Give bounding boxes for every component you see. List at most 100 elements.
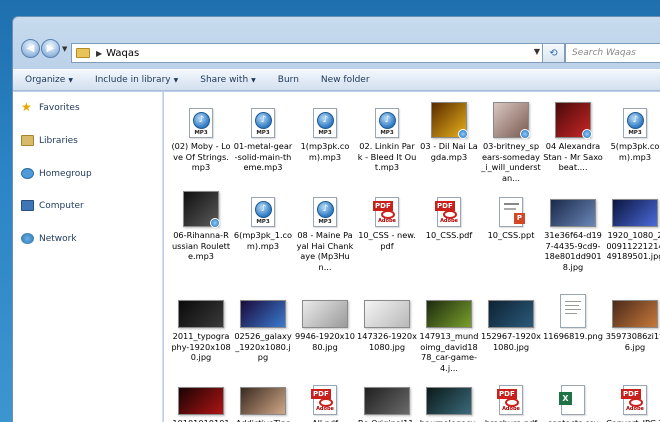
- file-name: 2011_typography-1920x1080.jpg: [171, 331, 231, 362]
- breadcrumb-current[interactable]: Waqas: [106, 48, 139, 59]
- file-item[interactable]: ♪ MP3 02. Linkin Park - Bleed It Out.mp3: [356, 98, 418, 173]
- file-item[interactable]: 1920_1080_20091122121449189501.jpg: [604, 187, 660, 262]
- arrow-left-icon: ◀: [26, 43, 35, 54]
- file-item[interactable]: PDFAdobe All.pdf: [294, 375, 356, 422]
- search-input[interactable]: Search Waqas: [565, 43, 660, 63]
- explorer-window: ◀ ▶ ▼ ▶ Waqas ▼ ⟲ Search Waqas Organize ▼…: [12, 16, 660, 422]
- file-item[interactable]: ♪ MP3 08 - Maine Payal Hai Chankaye (Mp3Hu…: [294, 187, 356, 272]
- file-item[interactable]: bournelegacy-tlr2_h72: [418, 375, 480, 422]
- address-dropdown-icon[interactable]: ▼: [534, 47, 540, 56]
- new-folder-button[interactable]: New folder: [321, 75, 370, 85]
- image-thumbnail: [178, 300, 224, 328]
- file-name: contacts.csv: [542, 418, 604, 422]
- image-thumbnail: [426, 300, 472, 328]
- file-item[interactable]: AddictiveTips Photo.jp: [232, 375, 294, 422]
- refresh-button[interactable]: ⟲: [543, 43, 565, 63]
- address-row: ◀ ▶ ▼ ▶ Waqas ▼ ⟲ Search Waqas: [13, 17, 660, 63]
- nav-item-network[interactable]: Network: [21, 233, 77, 244]
- excel-file-icon: X: [559, 385, 585, 415]
- file-name: 01-metal-gear-solid-main-theme.mp3: [233, 141, 293, 172]
- library-icon: [21, 135, 34, 146]
- file-item[interactable]: ♪ MP3 01-metal-gear-solid-main-theme.mp3: [232, 98, 294, 173]
- chevron-down-icon: ▼: [251, 77, 256, 84]
- file-item[interactable]: ♪ MP3 1(mp3pk.com).mp3: [294, 98, 356, 162]
- pdf-file-icon: PDF Adobe: [497, 385, 523, 415]
- image-thumbnail: [240, 387, 286, 415]
- nav-item-favorites[interactable]: ★ Favorites: [21, 100, 80, 114]
- file-item[interactable]: 101010101010.jpg: [170, 375, 232, 422]
- nav-item-computer[interactable]: Computer: [21, 200, 84, 211]
- file-name: Be Original11.j: [356, 418, 418, 422]
- file-name: 147326-1920x1080.jpg: [357, 331, 417, 352]
- file-name: 147913_mundoimg_david1878_car-game-4.j..…: [419, 331, 479, 373]
- nav-label: Computer: [39, 200, 84, 211]
- file-item[interactable]: ♪ MP3 6(mp3pk_1.com).mp3: [232, 187, 294, 251]
- file-item[interactable]: 02526_galaxy_1920x1080.jpg: [232, 288, 294, 363]
- file-item[interactable]: 11696819.png: [542, 288, 604, 342]
- file-item[interactable]: 147326-1920x1080.jpg: [356, 288, 418, 352]
- file-name: 152967-1920x1080.jpg: [481, 331, 541, 352]
- chevron-down-icon: ▼: [173, 77, 179, 84]
- nav-label: Homegroup: [39, 168, 92, 179]
- forward-button[interactable]: ▶: [41, 39, 60, 58]
- file-item[interactable]: Xcontacts.csv: [542, 375, 604, 422]
- back-button[interactable]: ◀: [21, 39, 40, 58]
- file-item[interactable]: PDFAdobe Convert_JPG TO PDF.: [604, 375, 660, 422]
- file-item[interactable]: 152967-1920x1080.jpg: [480, 288, 542, 352]
- file-name: AddictiveTips Photo.jp: [232, 418, 294, 422]
- recent-pages-dropdown[interactable]: ▼: [62, 45, 67, 53]
- file-item[interactable]: 04 Alexandra Stan - Mr Saxobeat....: [542, 98, 604, 173]
- file-item[interactable]: 31e36f64-d197-4435-9cd9-18e801dd9018.jpg: [542, 187, 604, 272]
- share-with-button[interactable]: Share with ▼: [200, 75, 256, 85]
- file-name: 11696819.png: [543, 331, 603, 341]
- file-item[interactable]: ♪ MP3 5(mp3pk.com).mp3: [604, 98, 660, 162]
- file-item[interactable]: 03 - Dil Nai Lagda.mp3: [418, 98, 480, 162]
- file-item[interactable]: Be Original11.j: [356, 375, 418, 422]
- address-bar[interactable]: ▶ Waqas ▼: [71, 43, 543, 63]
- file-item[interactable]: P 10_CSS.ppt: [480, 187, 542, 241]
- image-thumbnail: [612, 199, 658, 227]
- file-item[interactable]: ♪ MP3 (02) Moby - Love Of Strings.mp3: [170, 98, 232, 173]
- file-name: 101010101010.jpg: [170, 418, 232, 422]
- media-player-icon: [210, 218, 220, 228]
- breadcrumb-separator-icon[interactable]: ▶: [96, 49, 102, 58]
- file-name: 02. Linkin Park - Bleed It Out.mp3: [357, 141, 417, 172]
- image-thumbnail: [426, 387, 472, 415]
- file-item[interactable]: PDF Adobe 10_CSS.pdf: [418, 187, 480, 241]
- file-item[interactable]: PDF Adobe 10_CSS - new.pdf: [356, 187, 418, 251]
- file-item[interactable]: PDFAdobe brochure.pdf: [480, 375, 542, 422]
- nav-item-libraries[interactable]: Libraries: [21, 135, 78, 146]
- network-icon: [21, 233, 34, 244]
- nav-label: Libraries: [39, 135, 78, 146]
- file-name: brochure.pdf: [480, 418, 542, 422]
- album-art-thumbnail: [183, 191, 220, 228]
- mp3-file-icon: ♪ MP3: [375, 108, 399, 138]
- share-label: Share with: [200, 75, 249, 85]
- include-in-library-button[interactable]: Include in library ▼: [95, 75, 178, 85]
- file-name: 06-Rihanna-Russian Roulette.mp3: [171, 230, 231, 261]
- mp3-file-icon: ♪ MP3: [313, 108, 337, 138]
- nav-label: Favorites: [39, 102, 80, 113]
- file-name: 10_CSS.pdf: [425, 230, 473, 240]
- mp3-file-icon: ♪ MP3: [189, 108, 213, 138]
- file-name: 03 - Dil Nai Lagda.mp3: [420, 141, 478, 162]
- file-item[interactable]: 35973086zi1fi6.jpg: [604, 288, 660, 352]
- nav-item-homegroup[interactable]: Homegroup: [21, 168, 92, 179]
- organize-button[interactable]: Organize ▼: [25, 75, 73, 85]
- file-name: (02) Moby - Love Of Strings.mp3: [171, 141, 231, 172]
- media-player-icon: [458, 129, 468, 139]
- burn-button[interactable]: Burn: [278, 75, 299, 85]
- pdf-file-icon: PDF Adobe: [311, 385, 337, 415]
- file-item[interactable]: 2011_typography-1920x1080.jpg: [170, 288, 232, 363]
- file-name: 08 - Maine Payal Hai Chankaye (Mp3Hun...: [296, 230, 354, 272]
- file-name: 9946-1920x1080.jpg: [295, 331, 355, 352]
- star-icon: ★: [21, 100, 32, 114]
- file-item[interactable]: 147913_mundoimg_david1878_car-game-4.j..…: [418, 288, 480, 373]
- file-list: ♪ MP3 (02) Moby - Love Of Strings.mp3 ♪ MP3 0…: [164, 92, 660, 422]
- powerpoint-file-icon: P: [499, 197, 525, 227]
- file-item[interactable]: 06-Rihanna-Russian Roulette.mp3: [170, 187, 232, 262]
- file-item[interactable]: 9946-1920x1080.jpg: [294, 288, 356, 352]
- file-item[interactable]: 03-britney_spears-someday_i_will_underst…: [480, 98, 542, 183]
- image-thumbnail: [612, 300, 658, 328]
- file-name: bournelegacy-tlr2_h72: [418, 418, 480, 422]
